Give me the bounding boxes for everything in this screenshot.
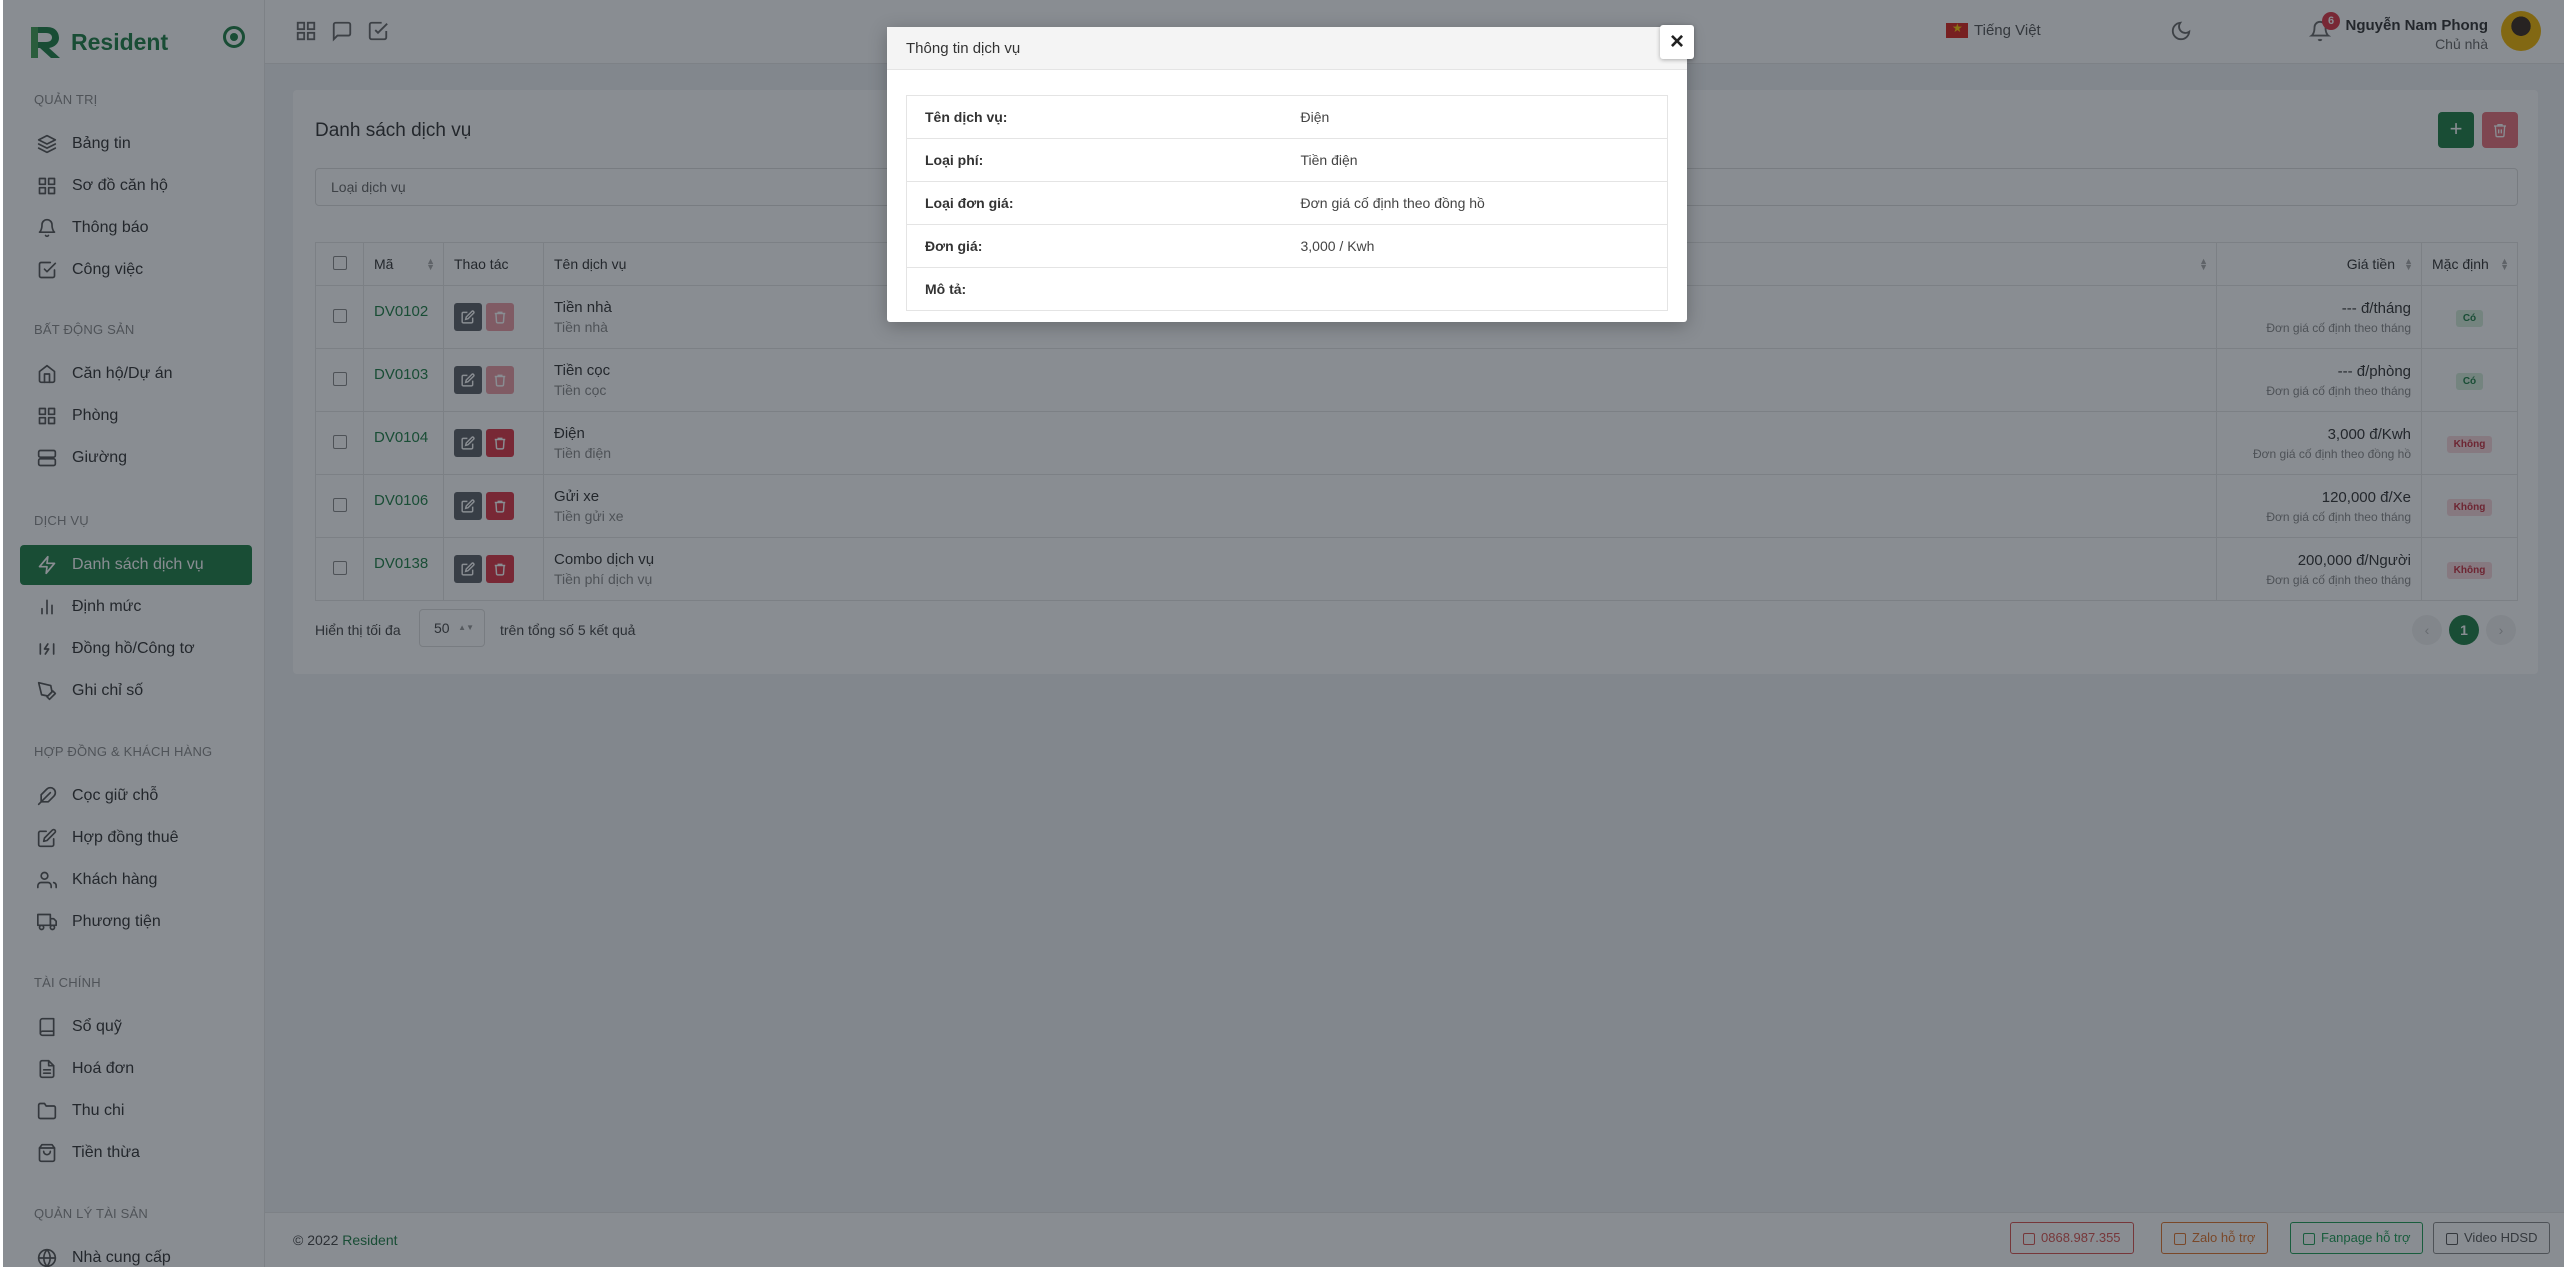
info-value: [1282, 267, 1668, 311]
service-info-body: Tên dịch vụ: Điện Loại phí: Tiền điện Loại đ…: [906, 95, 1668, 311]
service-info-table: Tên dịch vụ: Điện Loại phí: Tiền điện Loại đ…: [906, 95, 1668, 311]
info-value: Tiền điện: [1282, 138, 1668, 182]
service-info-modal: Thông tin dịch vụ × Tên dịch vụ: Điện Loại…: [887, 25, 1694, 322]
info-label: Đơn giá:: [906, 224, 1283, 268]
info-row: Mô tả:: [906, 267, 1668, 311]
info-label: Mô tả:: [906, 267, 1283, 311]
info-row: Loại phí: Tiền điện: [906, 138, 1668, 182]
info-label: Loại đơn giá:: [906, 181, 1283, 225]
close-icon[interactable]: ×: [1660, 25, 1694, 59]
info-value: Đơn giá cố định theo đồng hồ: [1282, 181, 1668, 225]
info-value: 3,000 / Kwh: [1282, 224, 1668, 268]
info-value: Điện: [1282, 95, 1668, 139]
info-row: Đơn giá: 3,000 / Kwh: [906, 224, 1668, 268]
modal-title: Thông tin dịch vụ: [887, 27, 1687, 70]
app-frame: Resident QUẢN TRỊBảng tinSơ đồ căn hộThô…: [3, 0, 2564, 1267]
info-row: Loại đơn giá: Đơn giá cố định theo đồng h…: [906, 181, 1668, 225]
info-row: Tên dịch vụ: Điện: [906, 95, 1668, 139]
info-label: Loại phí:: [906, 138, 1283, 182]
info-label: Tên dịch vụ:: [906, 95, 1283, 139]
